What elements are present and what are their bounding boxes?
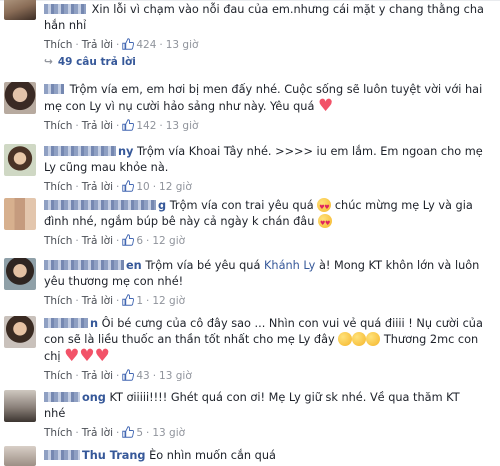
- reply-link[interactable]: Trả lời: [82, 295, 113, 307]
- emoji-icon: [366, 332, 381, 346]
- emoji-icon: [317, 198, 332, 216]
- timestamp[interactable]: 13 giờ: [166, 120, 199, 132]
- avatar[interactable]: [4, 198, 36, 230]
- comment-6: n Ôi bé cưng của cô đây sao ... Nhìn con…: [0, 316, 500, 386]
- comment-actions: Thích · Trả lời · 142 · 13 giờ: [44, 119, 199, 132]
- mention-link[interactable]: Khánh Ly: [264, 259, 315, 272]
- comment-actions: Thích · Trả lời · 1 · 12 giờ: [44, 294, 186, 307]
- like-link[interactable]: Thích: [44, 39, 72, 51]
- like-link[interactable]: Thích: [44, 120, 72, 132]
- like-count[interactable]: 1: [136, 295, 143, 307]
- thumbs-up-icon[interactable]: [122, 234, 135, 246]
- redacted-name[interactable]: [44, 450, 80, 460]
- heart-icon: ♥: [317, 96, 334, 116]
- like-count[interactable]: 142: [136, 120, 156, 132]
- emoji-icon: [338, 332, 353, 346]
- thumbs-up-icon[interactable]: [122, 38, 135, 50]
- reply-link[interactable]: Trả lời: [82, 120, 113, 132]
- thumbs-up-icon[interactable]: [122, 119, 135, 131]
- like-link[interactable]: Thích: [44, 295, 72, 307]
- comment-5: en Trộm vía bé yêu quá Khánh Ly à! Mong …: [0, 258, 500, 312]
- timestamp[interactable]: 13 giờ: [152, 427, 185, 439]
- timestamp[interactable]: 13 giờ: [166, 39, 199, 51]
- emoji-icon: [352, 332, 367, 346]
- avatar[interactable]: [4, 144, 36, 176]
- timestamp[interactable]: 12 giờ: [159, 181, 192, 193]
- comment-3: ny Trộm vía Khoai Tây nhé. >>>> iu em lắ…: [0, 144, 500, 196]
- comment-text: Trộm vía em, em hơi bị men đấy nhé. Cuộc…: [44, 83, 483, 116]
- like-count[interactable]: 6: [136, 235, 143, 247]
- reply-link[interactable]: Trả lời: [82, 370, 113, 382]
- comment-text: Xin lỗi vì chạm vào nỗi đau của em.nhưng…: [44, 3, 484, 32]
- heart-icon: ♥: [79, 346, 95, 366]
- comment-1: Xin lỗi vì chạm vào nỗi đau của em.nhưng…: [0, 0, 500, 78]
- heart-icon: ♥: [64, 346, 80, 366]
- view-replies[interactable]: ↪ 49 câu trả lời: [44, 56, 136, 68]
- avatar[interactable]: [4, 390, 36, 422]
- heart-icon: ♥: [94, 346, 110, 366]
- comment-4: g Trộm vía con trai yêu quá chúc mừng mẹ…: [0, 198, 500, 252]
- comment-8: Thu Trang Èo nhìn muốn cắn quá: [0, 446, 500, 466]
- redacted-name[interactable]: [44, 200, 156, 210]
- like-link[interactable]: Thích: [44, 427, 72, 439]
- reply-link[interactable]: Trả lời: [82, 235, 113, 247]
- redacted-name[interactable]: [44, 146, 116, 156]
- comment-text: ong KT ơiiiii!!!! Ghét quá con ơi! Mẹ Ly…: [44, 391, 460, 420]
- comment-actions: Thích · Trả lời · 424 · 13 giờ: [44, 38, 199, 51]
- like-link[interactable]: Thích: [44, 370, 72, 382]
- reply-arrow-icon: ↪: [44, 56, 53, 68]
- timestamp[interactable]: 13 giờ: [159, 370, 192, 382]
- thumbs-up-icon[interactable]: [122, 369, 135, 381]
- avatar[interactable]: [4, 316, 36, 348]
- redacted-name[interactable]: [44, 392, 80, 402]
- comment-7: ong KT ơiiiii!!!! Ghét quá con ơi! Mẹ Ly…: [0, 390, 500, 440]
- like-count[interactable]: 43: [136, 370, 149, 382]
- comment-actions: Thích · Trả lời · 5 · 13 giờ: [44, 426, 186, 439]
- like-count[interactable]: 10: [136, 181, 149, 193]
- thumbs-up-icon[interactable]: [122, 180, 135, 192]
- comment-actions: Thích · Trả lời · 6 · 12 giờ: [44, 234, 186, 247]
- comment-actions: Thích · Trả lời · 10 · 12 giờ: [44, 180, 192, 193]
- thumbs-up-icon[interactable]: [122, 426, 135, 438]
- redacted-name[interactable]: [44, 4, 86, 14]
- reply-link[interactable]: Trả lời: [82, 427, 113, 439]
- commenter-name[interactable]: Thu Trang: [82, 449, 146, 462]
- comment-text: ny Trộm vía Khoai Tây nhé. >>>> iu em lắ…: [44, 145, 483, 174]
- like-count[interactable]: 5: [136, 427, 143, 439]
- commenter-name[interactable]: ny: [118, 145, 133, 158]
- comment-2: Trộm vía em, em hơi bị men đấy nhé. Cuộc…: [0, 82, 500, 138]
- redacted-name[interactable]: [44, 260, 124, 270]
- timestamp[interactable]: 12 giờ: [152, 235, 185, 247]
- avatar[interactable]: [4, 258, 36, 290]
- avatar[interactable]: [4, 82, 36, 114]
- timestamp[interactable]: 12 giờ: [152, 295, 185, 307]
- comment-text: Thu Trang Èo nhìn muốn cắn quá: [44, 448, 484, 464]
- redacted-name[interactable]: [44, 318, 88, 328]
- like-count[interactable]: 424: [136, 39, 156, 51]
- comment-text: g Trộm vía con trai yêu quá chúc mừng mẹ…: [44, 198, 484, 232]
- commenter-name[interactable]: g: [158, 199, 166, 212]
- reply-link[interactable]: Trả lời: [82, 181, 113, 193]
- emoji-icon: [317, 214, 332, 232]
- commenter-name[interactable]: n: [90, 317, 98, 330]
- comment-text: en Trộm vía bé yêu quá Khánh Ly à! Mong …: [44, 259, 480, 288]
- avatar[interactable]: [4, 0, 36, 20]
- commenter-name[interactable]: ong: [82, 391, 106, 404]
- reply-link[interactable]: Trả lời: [82, 39, 113, 51]
- like-link[interactable]: Thích: [44, 235, 72, 247]
- thumbs-up-icon[interactable]: [122, 294, 135, 306]
- redacted-name[interactable]: [44, 84, 64, 94]
- comment-actions: Thích · Trả lời · 43 · 13 giờ: [44, 369, 192, 382]
- commenter-name[interactable]: en: [126, 259, 142, 272]
- comment-text: n Ôi bé cưng của cô đây sao ... Nhìn con…: [44, 317, 483, 366]
- avatar[interactable]: [4, 446, 36, 466]
- like-link[interactable]: Thích: [44, 181, 72, 193]
